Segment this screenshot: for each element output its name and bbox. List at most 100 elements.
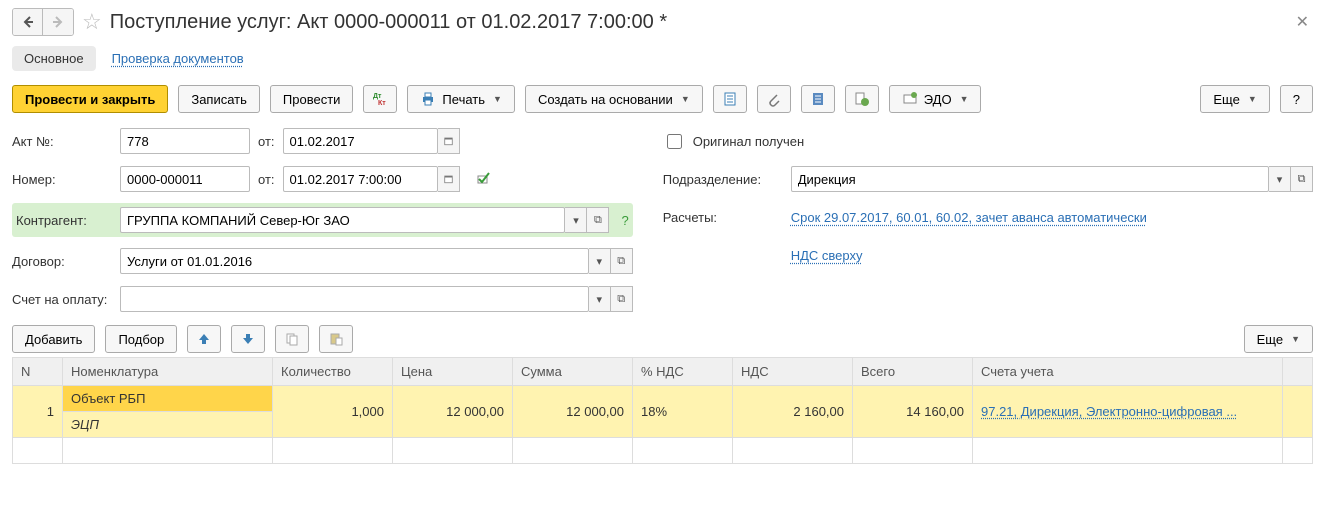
- pick-button[interactable]: Подбор: [105, 325, 177, 353]
- items-table: N Номенклатура Количество Цена Сумма % Н…: [12, 357, 1313, 464]
- edo-button[interactable]: ЭДО ▼: [889, 85, 982, 113]
- division-label: Подразделение:: [663, 172, 783, 187]
- table-row[interactable]: 1 Объект РБП 1,000 12 000,00 12 000,00 1…: [13, 386, 1313, 412]
- chevron-down-icon: ▼: [681, 94, 690, 104]
- edo-label: ЭДО: [924, 92, 952, 107]
- paste-button[interactable]: [319, 325, 353, 353]
- arrow-left-icon: [20, 14, 36, 30]
- counterparty-input[interactable]: [120, 207, 565, 233]
- check-icon[interactable]: [474, 170, 490, 189]
- number-input[interactable]: [120, 166, 250, 192]
- star-icon[interactable]: ☆: [82, 9, 102, 35]
- counterparty-dropdown[interactable]: ▾: [565, 207, 587, 233]
- list-icon: [810, 91, 826, 107]
- copy-icon: [284, 331, 300, 347]
- create-based-button[interactable]: Создать на основании ▼: [525, 85, 703, 113]
- th-n[interactable]: N: [13, 358, 63, 386]
- tab-main[interactable]: Основное: [12, 46, 96, 71]
- contract-open[interactable]: ⧉: [611, 248, 633, 274]
- cell-sub[interactable]: ЭЦП: [63, 412, 273, 438]
- add-row-button[interactable]: Добавить: [12, 325, 95, 353]
- report-button[interactable]: [713, 85, 747, 113]
- printer-icon: [420, 91, 436, 107]
- attach-button[interactable]: [757, 85, 791, 113]
- cell-accounts[interactable]: 97.21, Дирекция, Электронно-цифровая ...: [973, 386, 1283, 438]
- original-received-checkbox[interactable]: [667, 134, 682, 149]
- forward-button[interactable]: [43, 9, 73, 35]
- chevron-down-icon: ▾: [1277, 173, 1283, 186]
- calendar-icon: [444, 136, 453, 146]
- back-button[interactable]: [13, 9, 43, 35]
- vat-link[interactable]: НДС сверху: [791, 248, 863, 263]
- more-button[interactable]: Еще ▼: [1200, 85, 1269, 113]
- invoice-input[interactable]: [120, 286, 589, 312]
- table-more-button[interactable]: Еще ▼: [1244, 325, 1313, 353]
- table-row-empty[interactable]: [13, 438, 1313, 464]
- division-input[interactable]: [791, 166, 1269, 192]
- cell-price[interactable]: 12 000,00: [393, 386, 513, 438]
- chevron-down-icon: ▾: [596, 255, 602, 268]
- act-date-input[interactable]: [283, 128, 438, 154]
- cell-vatpct[interactable]: 18%: [633, 386, 733, 438]
- cell-total[interactable]: 14 160,00: [853, 386, 973, 438]
- table-more-label: Еще: [1257, 332, 1283, 347]
- accounts-link[interactable]: 97.21, Дирекция, Электронно-цифровая ...: [981, 404, 1237, 419]
- act-no-input[interactable]: [120, 128, 250, 154]
- invoice-open[interactable]: ⧉: [611, 286, 633, 312]
- th-vatpct[interactable]: % НДС: [633, 358, 733, 386]
- original-received-label: Оригинал получен: [693, 134, 804, 149]
- help-button[interactable]: ?: [1280, 85, 1313, 113]
- save-button[interactable]: Записать: [178, 85, 260, 113]
- number-date-input[interactable]: [283, 166, 438, 192]
- calendar-button-1[interactable]: [438, 128, 460, 154]
- cell-qty[interactable]: 1,000: [273, 386, 393, 438]
- counterparty-label: Контрагент:: [16, 213, 112, 228]
- division-open[interactable]: ⧉: [1291, 166, 1313, 192]
- more-label: Еще: [1213, 92, 1239, 107]
- list-button[interactable]: [801, 85, 835, 113]
- contract-label: Договор:: [12, 254, 112, 269]
- th-price[interactable]: Цена: [393, 358, 513, 386]
- calendar-button-2[interactable]: [438, 166, 460, 192]
- calendar-icon: [444, 174, 453, 184]
- counterparty-help-link[interactable]: ?: [621, 213, 628, 228]
- cell-vat[interactable]: 2 160,00: [733, 386, 853, 438]
- counterparty-open[interactable]: ⧉: [587, 207, 609, 233]
- chevron-down-icon: ▼: [1248, 94, 1257, 104]
- print-button[interactable]: Печать ▼: [407, 85, 515, 113]
- cell-name[interactable]: Объект РБП: [63, 386, 273, 412]
- th-accounts[interactable]: Счета учета: [973, 358, 1283, 386]
- page-title: Поступление услуг: Акт 0000-000011 от 01…: [110, 11, 667, 34]
- edo-icon: [902, 91, 918, 107]
- th-qty[interactable]: Количество: [273, 358, 393, 386]
- contract-input[interactable]: [120, 248, 589, 274]
- process-button[interactable]: [845, 85, 879, 113]
- th-name[interactable]: Номенклатура: [63, 358, 273, 386]
- th-sum[interactable]: Сумма: [513, 358, 633, 386]
- post-button[interactable]: Провести: [270, 85, 354, 113]
- cell-n[interactable]: 1: [13, 386, 63, 438]
- chevron-down-icon: ▾: [596, 293, 602, 306]
- svg-text:Кт: Кт: [378, 100, 386, 107]
- number-label: Номер:: [12, 172, 112, 187]
- cell-sum[interactable]: 12 000,00: [513, 386, 633, 438]
- close-icon[interactable]: ✕: [1292, 12, 1313, 32]
- th-total[interactable]: Всего: [853, 358, 973, 386]
- document-icon: [722, 91, 738, 107]
- move-down-button[interactable]: [231, 325, 265, 353]
- open-icon: ⧉: [1298, 173, 1306, 186]
- move-up-button[interactable]: [187, 325, 221, 353]
- contract-dropdown[interactable]: ▾: [589, 248, 611, 274]
- th-vat[interactable]: НДС: [733, 358, 853, 386]
- invoice-dropdown[interactable]: ▾: [589, 286, 611, 312]
- chevron-down-icon: ▾: [573, 214, 579, 227]
- dtkt-button[interactable]: ДтКт: [363, 85, 397, 113]
- arrow-up-icon: [196, 331, 212, 347]
- calc-link[interactable]: Срок 29.07.2017, 60.01, 60.02, зачет ава…: [791, 210, 1147, 225]
- tab-check-documents[interactable]: Проверка документов: [100, 46, 256, 71]
- copy-button[interactable]: [275, 325, 309, 353]
- calc-label: Расчеты:: [663, 210, 783, 225]
- arrow-down-icon: [240, 331, 256, 347]
- post-and-close-button[interactable]: Провести и закрыть: [12, 85, 168, 113]
- division-dropdown[interactable]: ▾: [1269, 166, 1291, 192]
